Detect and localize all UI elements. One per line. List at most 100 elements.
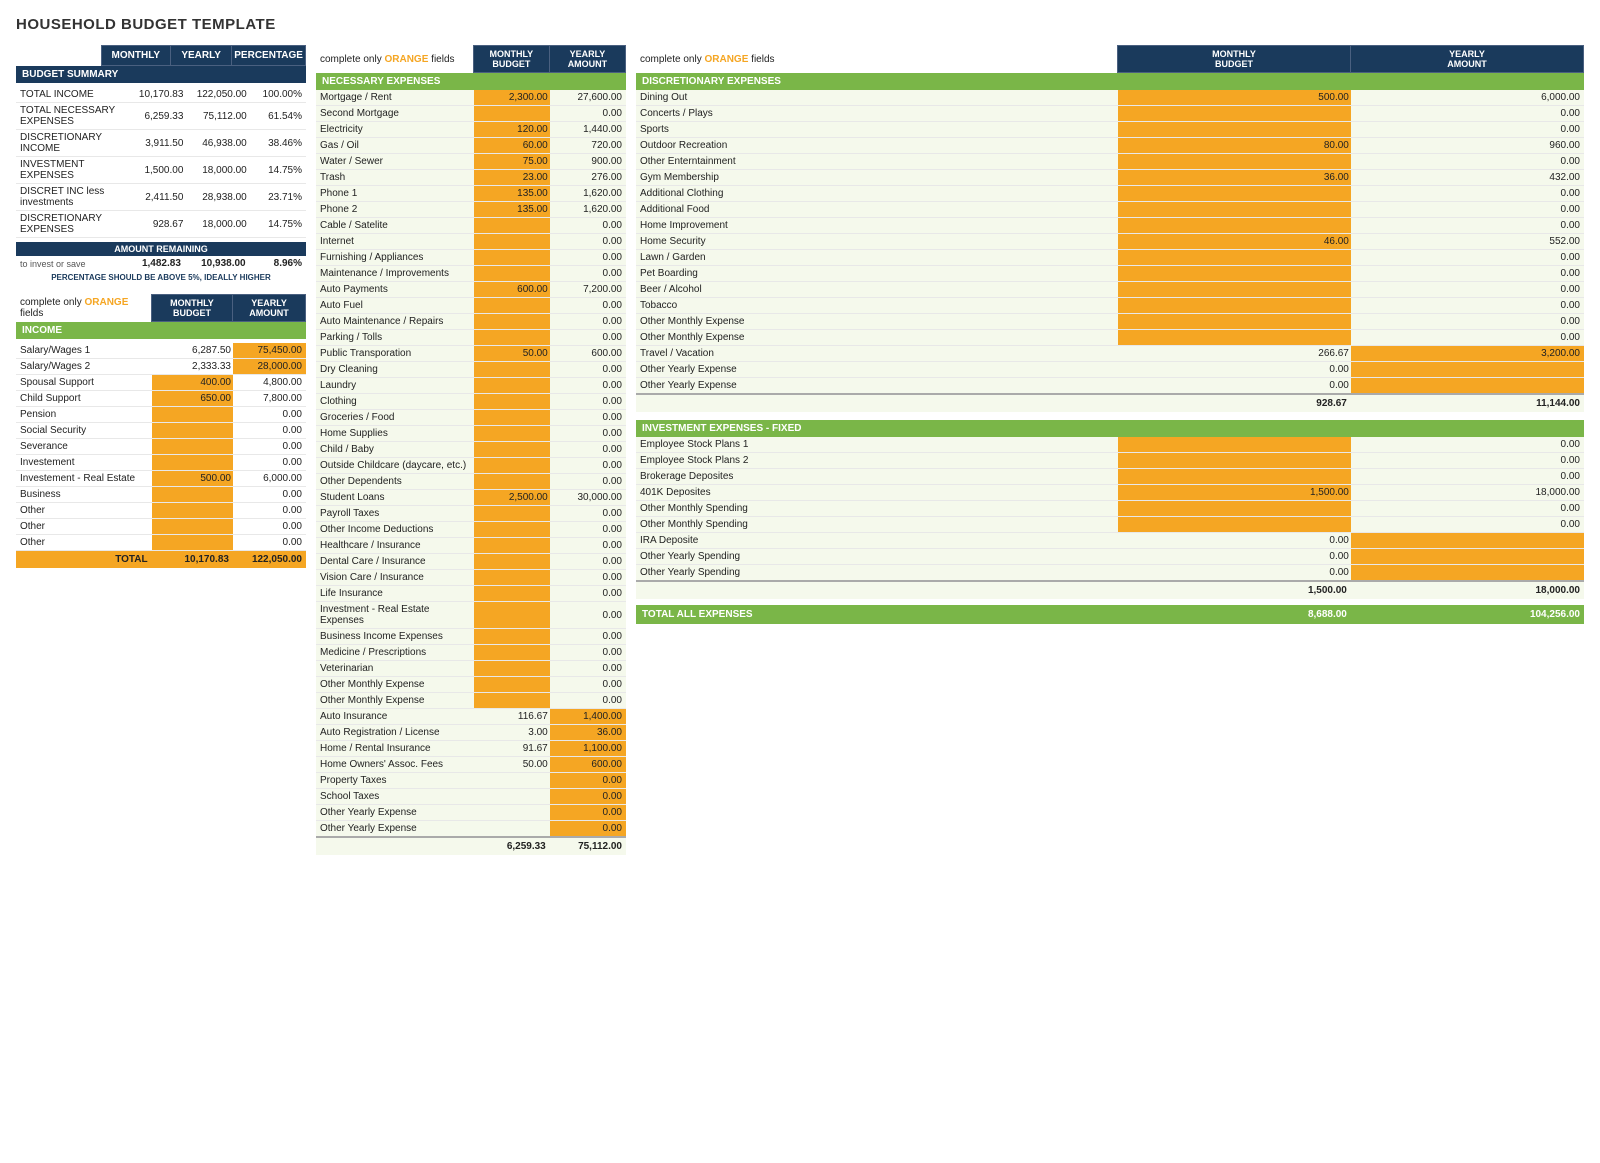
invest-total-monthly: 1,500.00	[1118, 581, 1351, 599]
nec-row: Public Transporation 50.00 600.00	[316, 346, 626, 362]
summary-row: TOTAL INCOME 10,170.83 122,050.00 100.00…	[16, 87, 306, 103]
nec-row: Laundry 0.00	[316, 378, 626, 394]
pct-note: PERCENTAGE SHOULD BE ABOVE 5%, IDEALLY H…	[16, 271, 306, 284]
nec-row: Water / Sewer 75.00 900.00	[316, 154, 626, 170]
invest-row: Other Monthly Spending 0.00	[636, 501, 1584, 517]
income-row: Investement - Real Estate 500.00 6,000.0…	[16, 471, 306, 487]
nec-row: Auto Insurance 116.67 1,400.00	[316, 709, 626, 725]
income-row: Other 0.00	[16, 503, 306, 519]
mid-monthly-header: MONTHLYBUDGET	[473, 46, 549, 73]
income-total-label: TOTAL	[16, 551, 152, 569]
income-total-yearly: 122,050.00	[233, 551, 306, 569]
income-yearly-header: YEARLYAMOUNT	[233, 295, 306, 322]
nec-row: Medicine / Prescriptions 0.00	[316, 645, 626, 661]
nec-row: Auto Payments 600.00 7,200.00	[316, 282, 626, 298]
yearly-header: YEARLY	[171, 46, 232, 66]
disc-row: Gym Membership 36.00 432.00	[636, 170, 1584, 186]
disc-row: Lawn / Garden 0.00	[636, 250, 1584, 266]
nec-row: Dental Care / Insurance 0.00	[316, 554, 626, 570]
page-title: HOUSEHOLD BUDGET TEMPLATE	[16, 16, 1584, 33]
income-row: Severance 0.00	[16, 439, 306, 455]
disc-section-title: DISCRETIONARY EXPENSES	[636, 73, 1584, 90]
income-row: Child Support 650.00 7,800.00	[16, 391, 306, 407]
nec-row: Mortgage / Rent 2,300.00 27,600.00	[316, 90, 626, 106]
nec-row: Auto Fuel 0.00	[316, 298, 626, 314]
invest-row: Other Monthly Spending 0.00	[636, 517, 1584, 533]
nec-row: Home Owners' Assoc. Fees 50.00 600.00	[316, 757, 626, 773]
nec-row: Property Taxes 0.00	[316, 773, 626, 789]
amount-remaining-subtitle: to invest or save	[16, 256, 116, 271]
disc-row: Additional Clothing 0.00	[636, 186, 1584, 202]
nec-row: Auto Registration / License 3.00 36.00	[316, 725, 626, 741]
summary-row: DISCRET INC less investments 2,411.50 28…	[16, 184, 306, 211]
right-monthly-header: MONTHLYBUDGET	[1118, 46, 1351, 73]
nec-row: Payroll Taxes 0.00	[316, 506, 626, 522]
disc-row: Outdoor Recreation 80.00 960.00	[636, 138, 1584, 154]
income-row: Other 0.00	[16, 519, 306, 535]
right-complete-orange: ORANGE	[704, 54, 748, 65]
nec-row: Second Mortgage 0.00	[316, 106, 626, 122]
complete-orange-label: ORANGE	[84, 297, 128, 308]
nec-row: Other Yearly Expense 0.00	[316, 821, 626, 838]
nec-row: Investment - Real Estate Expenses 0.00	[316, 602, 626, 629]
nec-row: Cable / Satelite 0.00	[316, 218, 626, 234]
income-row: Salary/Wages 2 2,333.33 28,000.00	[16, 359, 306, 375]
invest-row: Brokerage Deposites 0.00	[636, 469, 1584, 485]
invest-row: 401K Deposites 1,500.00 18,000.00	[636, 485, 1584, 501]
income-total-monthly: 10,170.83	[152, 551, 233, 569]
invest-section-title: INVESTMENT EXPENSES - FIXED	[636, 420, 1584, 437]
nec-total-monthly: 6,259.33	[474, 837, 550, 855]
right-section: complete only ORANGE fields MONTHLYBUDGE…	[636, 45, 1584, 624]
nec-row: Business Income Expenses 0.00	[316, 629, 626, 645]
nec-row: Groceries / Food 0.00	[316, 410, 626, 426]
nec-row: Maintenance / Improvements 0.00	[316, 266, 626, 282]
total-all-label: TOTAL ALL EXPENSES	[636, 605, 1118, 624]
nec-section-title: NECESSARY EXPENSES	[316, 73, 626, 90]
income-row: Other 0.00	[16, 535, 306, 551]
mid-complete-label: complete only	[320, 54, 384, 65]
income-row: Salary/Wages 1 6,287.50 75,450.00	[16, 343, 306, 359]
nec-row: Vision Care / Insurance 0.00	[316, 570, 626, 586]
invest-total-yearly: 18,000.00	[1351, 581, 1584, 599]
amount-remaining-yearly: 10,938.00	[185, 256, 250, 271]
nec-row: Veterinarian 0.00	[316, 661, 626, 677]
nec-total-yearly: 75,112.00	[550, 837, 626, 855]
summary-row: DISCRETIONARY INCOME 3,911.50 46,938.00 …	[16, 130, 306, 157]
nec-row: Furnishing / Appliances 0.00	[316, 250, 626, 266]
nec-row: Clothing 0.00	[316, 394, 626, 410]
total-all-monthly: 8,688.00	[1118, 605, 1351, 624]
nec-row: Phone 1 135.00 1,620.00	[316, 186, 626, 202]
nec-row: Other Dependents 0.00	[316, 474, 626, 490]
nec-row: Auto Maintenance / Repairs 0.00	[316, 314, 626, 330]
mid-yearly-header: YEARLYAMOUNT	[549, 46, 625, 73]
nec-row: Life Insurance 0.00	[316, 586, 626, 602]
summary-row: TOTAL NECESSARY EXPENSES 6,259.33 75,112…	[16, 103, 306, 130]
nec-row: School Taxes 0.00	[316, 789, 626, 805]
disc-row: Other Monthly Expense 0.00	[636, 330, 1584, 346]
disc-total-yearly: 11,144.00	[1351, 394, 1584, 412]
amount-remaining-title: AMOUNT REMAINING	[16, 242, 306, 256]
nec-row: Trash 23.00 276.00	[316, 170, 626, 186]
disc-row: Pet Boarding 0.00	[636, 266, 1584, 282]
income-row: Pension 0.00	[16, 407, 306, 423]
income-row: Investement 0.00	[16, 455, 306, 471]
right-complete-label: complete only	[640, 54, 704, 65]
disc-row: Home Improvement 0.00	[636, 218, 1584, 234]
middle-section: complete only ORANGE fields MONTHLYBUDGE…	[316, 45, 626, 855]
disc-row: Other Enterntainment 0.00	[636, 154, 1584, 170]
summary-row: DISCRETIONARY EXPENSES 928.67 18,000.00 …	[16, 211, 306, 238]
income-row: Social Security 0.00	[16, 423, 306, 439]
income-row: Business 0.00	[16, 487, 306, 503]
budget-summary-title: BUDGET SUMMARY	[16, 66, 306, 83]
disc-row: Beer / Alcohol 0.00	[636, 282, 1584, 298]
nec-row: Student Loans 2,500.00 30,000.00	[316, 490, 626, 506]
invest-row: Other Yearly Spending 0.00	[636, 565, 1584, 582]
complete-only-label: complete only	[20, 297, 84, 308]
invest-row: Employee Stock Plans 1 0.00	[636, 437, 1584, 453]
nec-row: Home Supplies 0.00	[316, 426, 626, 442]
disc-row: Sports 0.00	[636, 122, 1584, 138]
total-all-yearly: 104,256.00	[1351, 605, 1584, 624]
nec-row: Other Monthly Expense 0.00	[316, 693, 626, 709]
mid-complete-orange: ORANGE	[384, 54, 428, 65]
right-complete-label2: fields	[748, 54, 774, 65]
